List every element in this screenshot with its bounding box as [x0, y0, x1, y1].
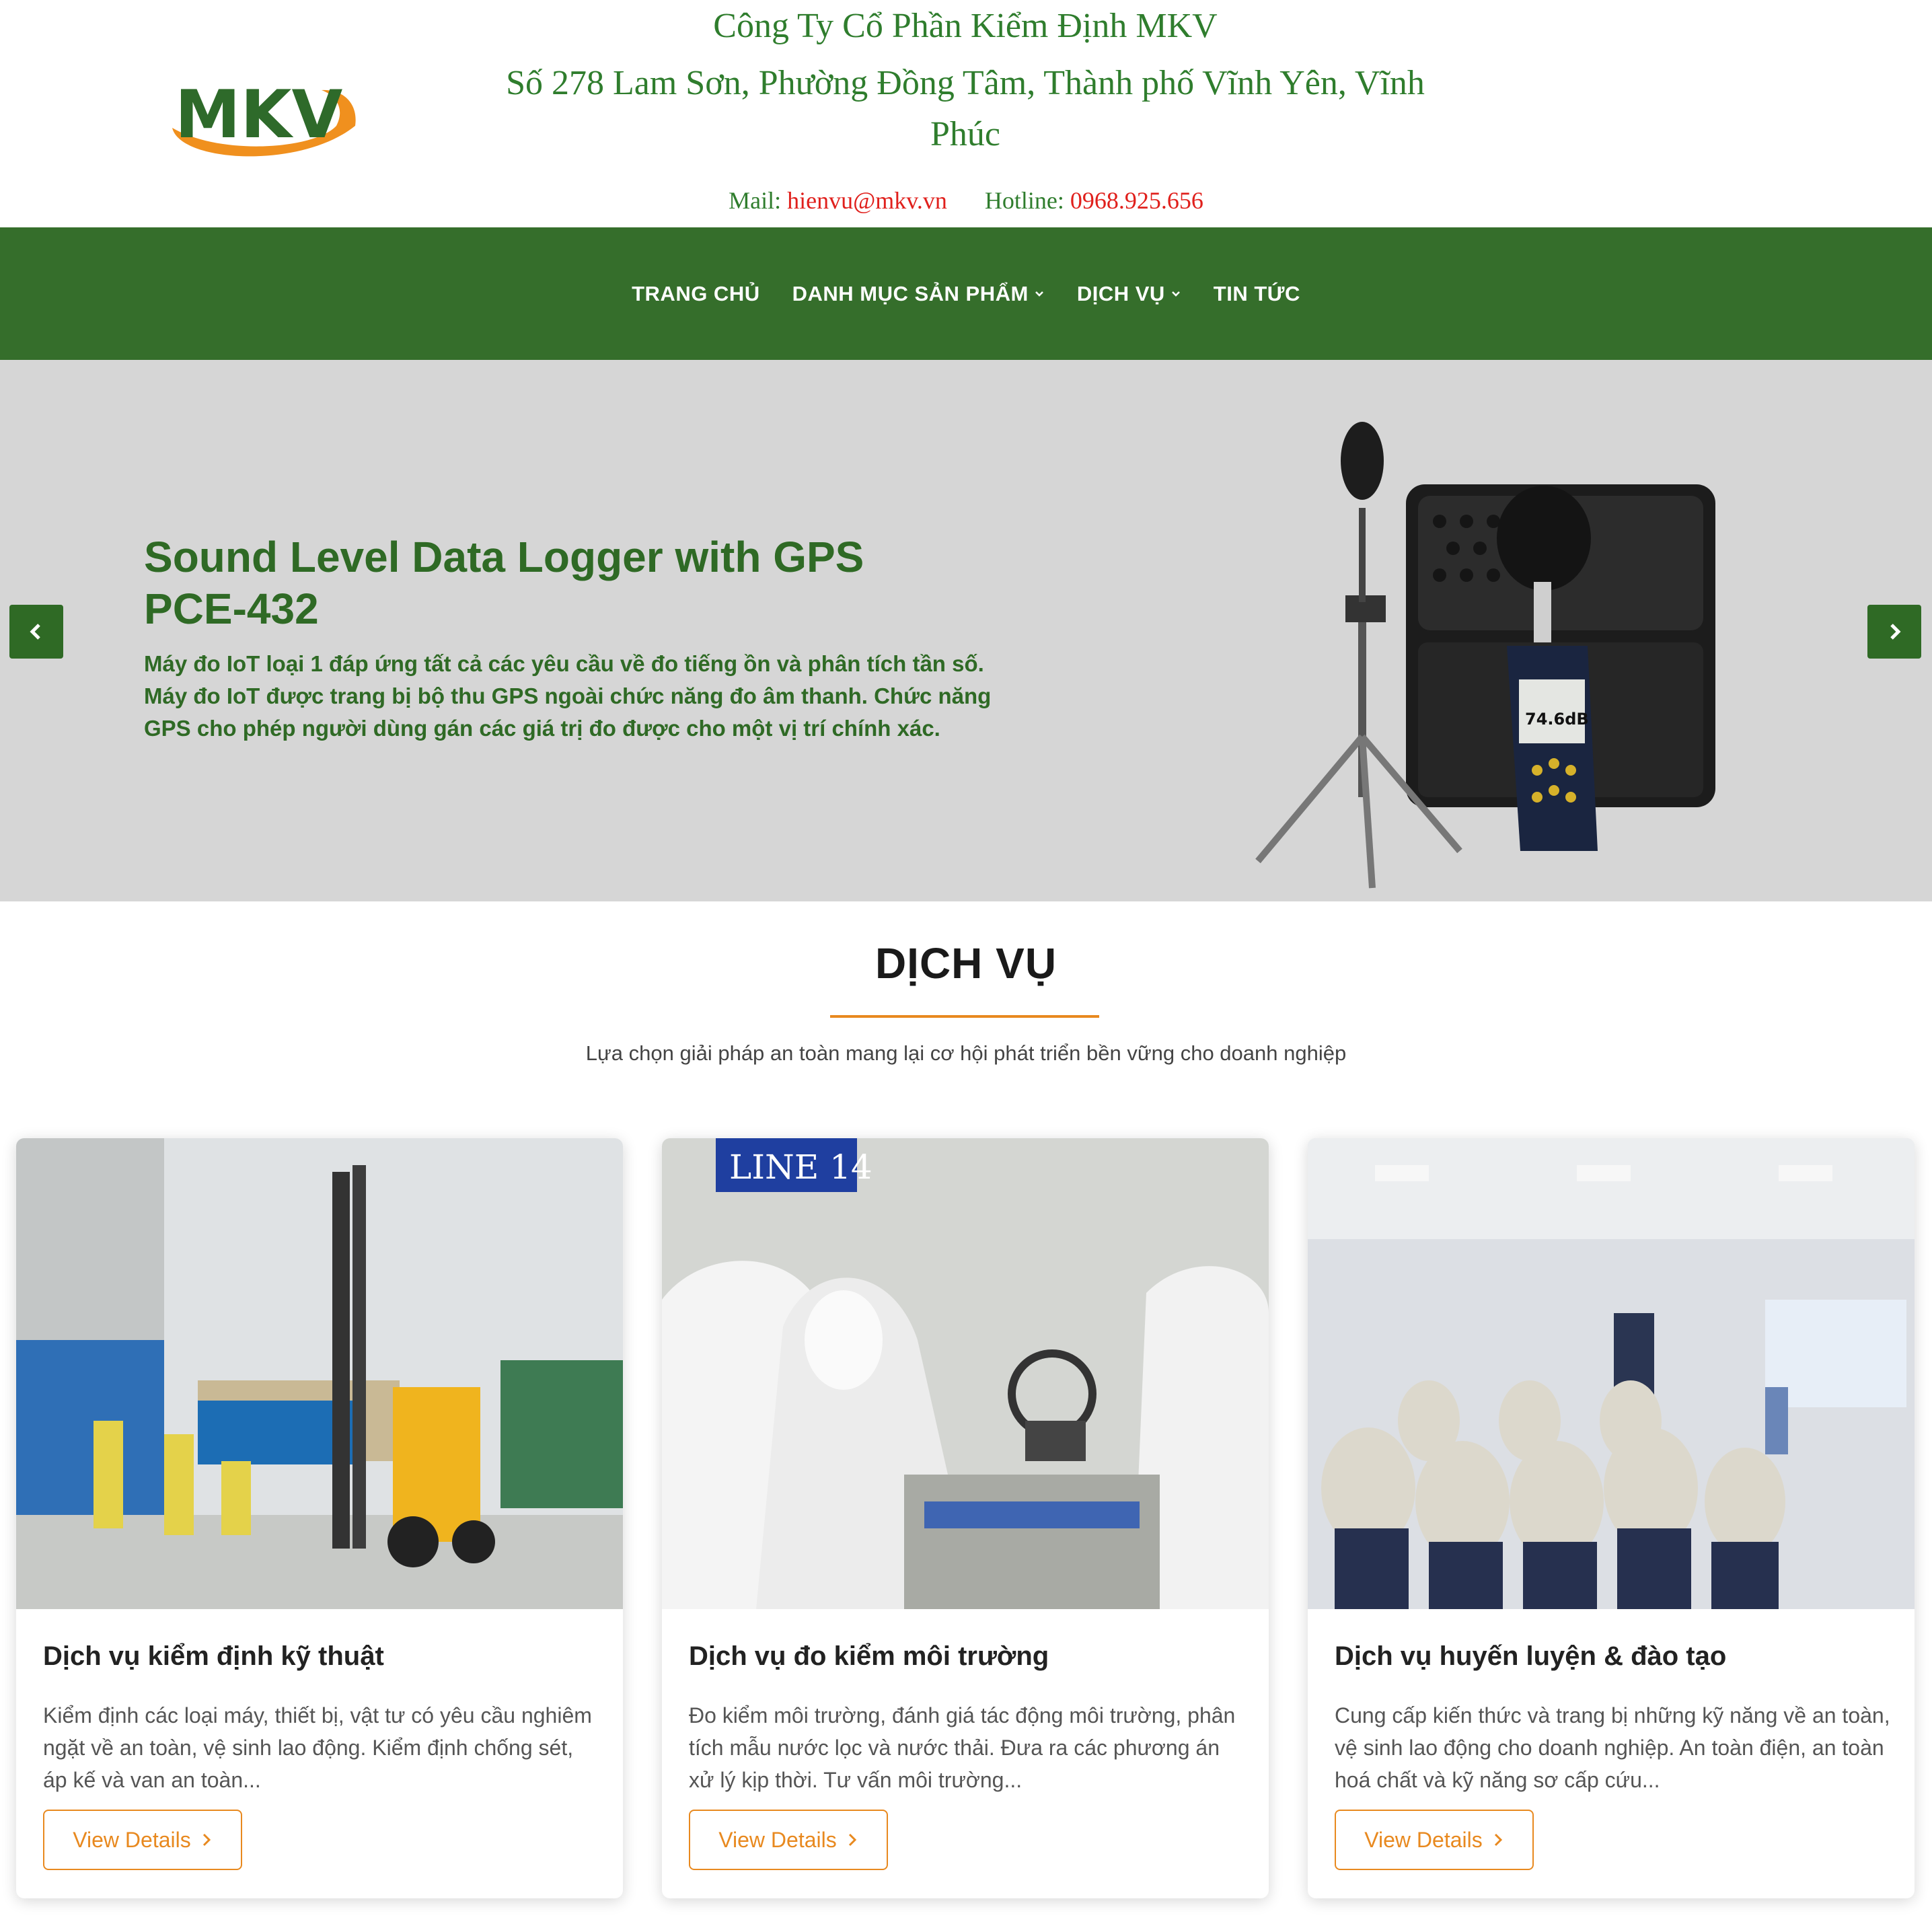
- mail-label: Mail:: [729, 187, 782, 214]
- chevron-down-icon: [1035, 291, 1043, 297]
- slider-next-button[interactable]: [1867, 605, 1921, 659]
- nav-item-home[interactable]: TRANG CHỦ: [616, 282, 776, 306]
- chevron-right-icon: [848, 1833, 856, 1847]
- nav-item-label: TRANG CHỦ: [632, 281, 760, 305]
- section-subtitle: Lựa chọn giải pháp an toàn mang lại cơ h…: [585, 1041, 1347, 1065]
- service-card-description: Cung cấp kiến thức và trang bị những kỹ …: [1335, 1703, 1890, 1792]
- nav-item-products[interactable]: DANH MỤC SẢN PHẨM: [776, 282, 1061, 306]
- hotline-label: Hotline:: [984, 187, 1064, 214]
- sound-level-meter-image: 74.6dB: [1255, 422, 1715, 889]
- chevron-left-icon: [30, 624, 40, 640]
- site-header: MKV Công Ty Cổ Phần Kiểm Định MKV Số 278…: [0, 0, 1932, 227]
- company-info: Công Ty Cổ Phần Kiểm Định MKV Số 278 Lam…: [471, 0, 1460, 160]
- service-card-description: Đo kiểm môi trường, đánh giá tác động mô…: [689, 1703, 1236, 1792]
- svg-text:LINE 14: LINE 14: [729, 1148, 872, 1187]
- hotline-link[interactable]: 0968.925.656: [1070, 187, 1203, 214]
- view-details-label: View Details: [718, 1827, 837, 1852]
- main-nav: TRANG CHỦ DANH MỤC SẢN PHẨM DỊCH VỤ TIN …: [0, 227, 1932, 360]
- view-details-button[interactable]: View Details: [1335, 1810, 1534, 1870]
- nav-item-label: DỊCH VỤ: [1076, 281, 1165, 305]
- service-card-title: Dịch vụ kiểm định kỹ thuật: [43, 1641, 384, 1671]
- chevron-right-icon: [1494, 1833, 1502, 1847]
- slider-prev-button[interactable]: [9, 605, 63, 659]
- hero-title: Sound Level Data Logger with GPS PCE-432: [144, 533, 864, 633]
- mkv-logo[interactable]: MKV: [160, 62, 362, 163]
- mail-link[interactable]: hienvu@mkv.vn: [787, 187, 947, 214]
- view-details-label: View Details: [73, 1827, 191, 1852]
- environment-measurement-image: LINE 14: [662, 1138, 1269, 1609]
- svg-text:74.6dB: 74.6dB: [1525, 710, 1589, 729]
- chevron-down-icon: [1171, 291, 1180, 297]
- forklift-inspection-image: [16, 1138, 623, 1609]
- service-card-description: Kiểm định các loại máy, thiết bị, vật tư…: [43, 1703, 592, 1792]
- training-session-image: [1308, 1138, 1915, 1609]
- service-card-title: Dịch vụ đo kiểm môi trường: [689, 1641, 1049, 1671]
- service-card-title: Dịch vụ huyến luyện & đào tạo: [1335, 1641, 1727, 1671]
- contact-line: Mail: hienvu@mkv.vn Hotline: 0968.925.65…: [0, 182, 1932, 219]
- hero-slider: Sound Level Data Logger with GPS PCE-432…: [0, 360, 1932, 901]
- chevron-right-icon: [202, 1833, 211, 1847]
- chevron-right-icon: [1890, 624, 1901, 640]
- hero-description: Máy đo IoT loại 1 đáp ứng tất cả các yêu…: [144, 651, 992, 741]
- company-address: Số 278 Lam Sơn, Phường Đồng Tâm, Thành p…: [506, 64, 1425, 153]
- service-card: Dịch vụ huyến luyện & đào tạo Cung cấp k…: [1308, 1138, 1915, 1898]
- service-card: Dịch vụ kiểm định kỹ thuật Kiểm định các…: [16, 1138, 623, 1898]
- nav-item-services[interactable]: DỊCH VỤ: [1061, 282, 1197, 306]
- view-details-button[interactable]: View Details: [43, 1810, 242, 1870]
- svg-text:MKV: MKV: [175, 77, 342, 153]
- view-details-button[interactable]: View Details: [689, 1810, 888, 1870]
- view-details-label: View Details: [1364, 1827, 1483, 1852]
- nav-item-news[interactable]: TIN TỨC: [1197, 282, 1316, 306]
- section-divider: [830, 1015, 1099, 1018]
- company-name: Công Ty Cổ Phần Kiểm Định MKV: [713, 7, 1218, 45]
- section-title: DỊCH VỤ: [875, 939, 1057, 988]
- service-card: LINE 14 Dịch vụ đo kiểm môi trường Đo ki…: [662, 1138, 1269, 1898]
- nav-item-label: DANH MỤC SẢN PHẨM: [792, 281, 1029, 305]
- nav-item-label: TIN TỨC: [1213, 281, 1300, 305]
